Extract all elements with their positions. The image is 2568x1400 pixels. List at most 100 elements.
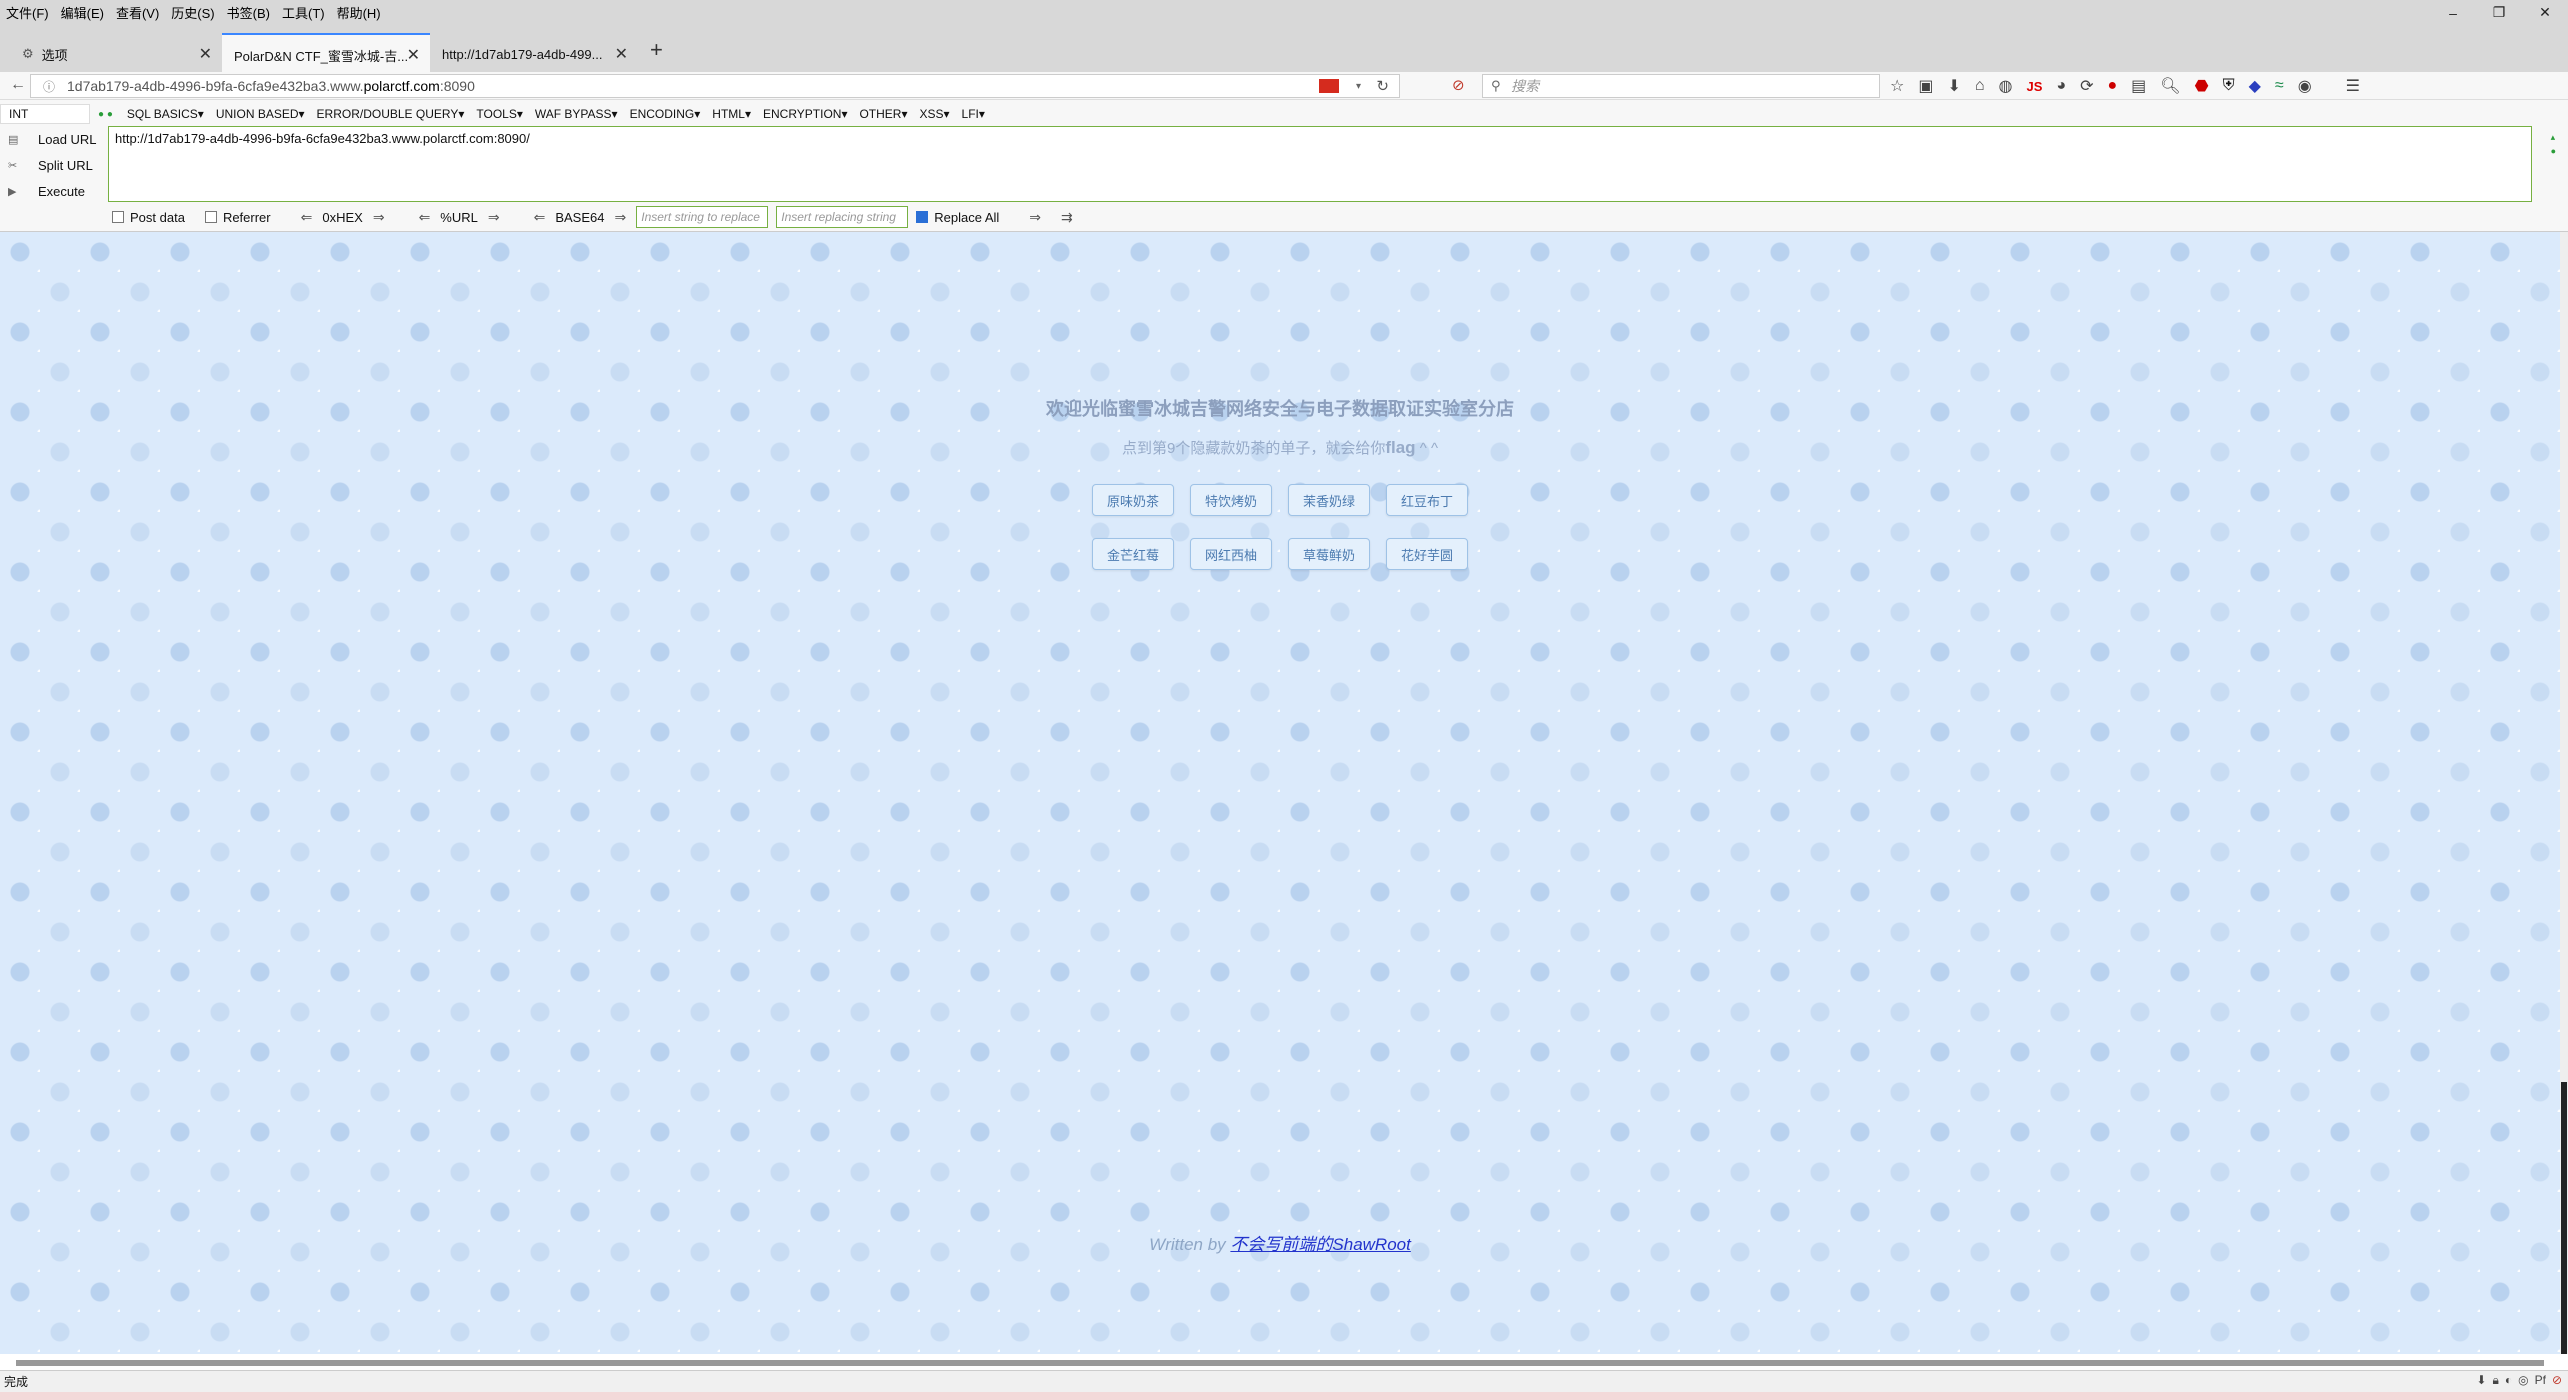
back-icon[interactable]: ← [10,76,26,94]
new-tab-icon[interactable]: + [650,37,663,63]
tab-polarctf[interactable]: PolarD&N CTF_蜜雪冰城-吉... ✕ [222,33,430,75]
milk-tea-button[interactable]: 红豆布丁 [1386,484,1468,516]
menu-encoding[interactable]: ENCODING▾ [630,107,701,121]
menu-union-based[interactable]: UNION BASED▾ [216,107,305,121]
menu-sql-basics[interactable]: SQL BASICS▾ [127,107,204,121]
account-icon[interactable]: ◉ [2298,76,2312,96]
menu-xss[interactable]: XSS▾ [920,107,950,121]
menu-bookmarks[interactable]: 书签(B) [221,3,276,22]
milk-tea-button[interactable]: 网红西柚 [1190,538,1272,570]
close-icon[interactable]: ✕ [615,44,628,64]
extension-green-icon[interactable]: ≈ [2275,77,2284,95]
encode-arrow-icon[interactable]: ⇒ [615,209,627,226]
milk-tea-button[interactable]: 金芒红莓 [1092,538,1174,570]
replacing-input[interactable]: Insert replacing string [776,206,909,228]
scrollbar-thumb[interactable] [2561,1082,2567,1354]
execute-icon: ▶ [8,185,17,198]
dropdown-icon[interactable]: ▾ [1356,81,1361,92]
page-footer: Written by 不会写前端的ShawRoot [0,1230,2560,1255]
home-icon[interactable]: ⌂ [1975,77,1985,95]
milk-tea-button[interactable]: 特饮烤奶 [1190,484,1272,516]
hackbar-url-textarea[interactable]: http://1d7ab179-a4db-4996-b9fa-6cfa9e432… [108,126,2532,202]
hackbar-status-icon: ● ● [98,108,113,120]
decode-arrow-icon[interactable]: ⇐ [301,209,313,226]
milk-tea-button[interactable]: 茉香奶绿 [1288,484,1370,516]
clipboard-icon[interactable]: ▣ [1918,76,1933,96]
pf-status-icon[interactable]: Pf [2535,1373,2546,1388]
milk-tea-button[interactable]: 草莓鲜奶 [1288,538,1370,570]
milk-tea-button[interactable]: 原味奶茶 [1092,484,1174,516]
milk-tea-button[interactable]: 花好芋圆 [1386,538,1468,570]
network-status-icon[interactable]: ◎ [2518,1373,2528,1388]
load-url-label: Load URL [38,131,97,147]
block-icon[interactable]: ⊘ [1452,76,1465,94]
download-icon[interactable]: ⬇ [1947,76,1960,96]
page-title: 欢迎光临蜜雪冰城吉警网络安全与电子数据取证实验室分店 [1046,399,1514,419]
status-icons: ⬇ 🔒︎ ◐ ◎ Pf ⊘ [2476,1373,2562,1388]
js-icon[interactable]: JS [2027,79,2043,94]
replace-back-icon[interactable]: ⇉ [1061,209,1073,226]
shield-icon[interactable]: ⛨ [2223,77,2235,95]
hackbar-options: Post data Referrer ⇐ 0xHEX ⇒ ⇐ %URL ⇒ ⇐ … [112,206,1083,228]
lock-status-icon[interactable]: 🔒︎ [2492,1373,2498,1388]
referrer-label: Referrer [222,209,271,225]
extension-blue-icon[interactable]: ◆ [2249,76,2261,96]
page-icon[interactable]: ▤ [2131,76,2146,96]
replace-input[interactable]: Insert string to replace [636,206,769,228]
adblock-icon[interactable]: ⬣ [2195,76,2209,96]
encode-arrow-icon[interactable]: ⇒ [488,209,500,226]
author-link[interactable]: 不会写前端的ShawRoot [1230,1235,1410,1254]
restore-icon[interactable]: ❐ [2476,0,2522,25]
sync-icon[interactable]: ⟳ [2080,76,2093,96]
close-icon[interactable]: ✕ [199,44,212,64]
referrer-checkbox[interactable]: Referrer [204,209,271,225]
vertical-scrollbar[interactable] [2560,232,2568,1354]
menu-help[interactable]: 帮助(H) [331,3,387,22]
split-url-button[interactable]: ✂ Split URL [8,152,97,178]
close-window-icon[interactable]: ✕ [2522,0,2568,25]
replace-all-checkbox[interactable]: Replace All [916,210,999,225]
menu-edit[interactable]: 编辑(E) [55,3,110,22]
decode-arrow-icon[interactable]: ⇐ [419,209,431,226]
checkbox-box [204,211,217,223]
menu-lfi[interactable]: LFI▾ [962,107,985,121]
addon-status-icon[interactable]: ◐ [2505,1373,2512,1388]
base64-label: BASE64 [555,209,605,225]
menu-error-double-query[interactable]: ERROR/DOUBLE QUERY▾ [317,107,465,121]
globe-icon[interactable]: ◍ [1999,76,2013,96]
tab-url[interactable]: http://1d7ab179-a4db-499... ✕ [430,33,638,75]
menu-encryption[interactable]: ENCRYPTION▾ [763,107,847,121]
menu-waf-bypass[interactable]: WAF BYPASS▾ [535,107,618,121]
download-status-icon[interactable]: ⬇ [2476,1373,2486,1388]
address-bar[interactable]: ⓘ 1d7ab179-a4db-4996-b9fa-6cfa9e432ba3.w… [30,74,1400,98]
close-icon[interactable]: ✕ [407,45,420,65]
menu-tools[interactable]: 工具(T) [276,3,331,22]
tab-label: 选项 [41,47,68,63]
block-status-icon[interactable]: ⊘ [2552,1373,2562,1388]
search-input[interactable]: ⚲ 搜索 [1482,74,1880,98]
bookmark-star-icon[interactable]: ☆ [1890,76,1904,96]
hamburger-menu-icon[interactable]: ☰ [2346,76,2360,96]
replace-arrow-icon[interactable]: ⇒ [1029,209,1041,226]
menu-view[interactable]: 查看(V) [110,3,165,22]
menu-tools[interactable]: TOOLS▾ [476,107,522,121]
minimize-icon[interactable]: – [2430,0,2476,25]
reload-icon[interactable]: ↻ [1376,77,1389,95]
menu-file[interactable]: 文件(F) [0,3,55,22]
tab-bar: ⚙ 选项 ✕ PolarD&N CTF_蜜雪冰城-吉... ✕ http://1… [0,25,2568,75]
menu-history[interactable]: 历史(S) [165,3,220,22]
addon-icon[interactable]: ◕ [2056,77,2066,95]
hackbar-type-select[interactable]: INT [0,104,90,124]
decode-arrow-icon[interactable]: ⇐ [534,209,546,226]
load-url-button[interactable]: ▤ Load URL [8,126,97,152]
menu-other[interactable]: OTHER▾ [859,107,907,121]
menu-html[interactable]: HTML▾ [712,107,751,121]
url-host: polarctf.com [363,78,440,94]
tab-options[interactable]: ⚙ 选项 ✕ [0,33,222,75]
zoom-icon[interactable]: 🔍︎ [2160,76,2180,96]
encode-arrow-icon[interactable]: ⇒ [373,209,385,226]
horizontal-scrollbar[interactable] [16,1360,2544,1366]
post-data-checkbox[interactable]: Post data [112,210,185,225]
execute-button[interactable]: ▶ Execute [8,178,97,204]
addon-red-icon[interactable]: ● [2108,77,2118,95]
